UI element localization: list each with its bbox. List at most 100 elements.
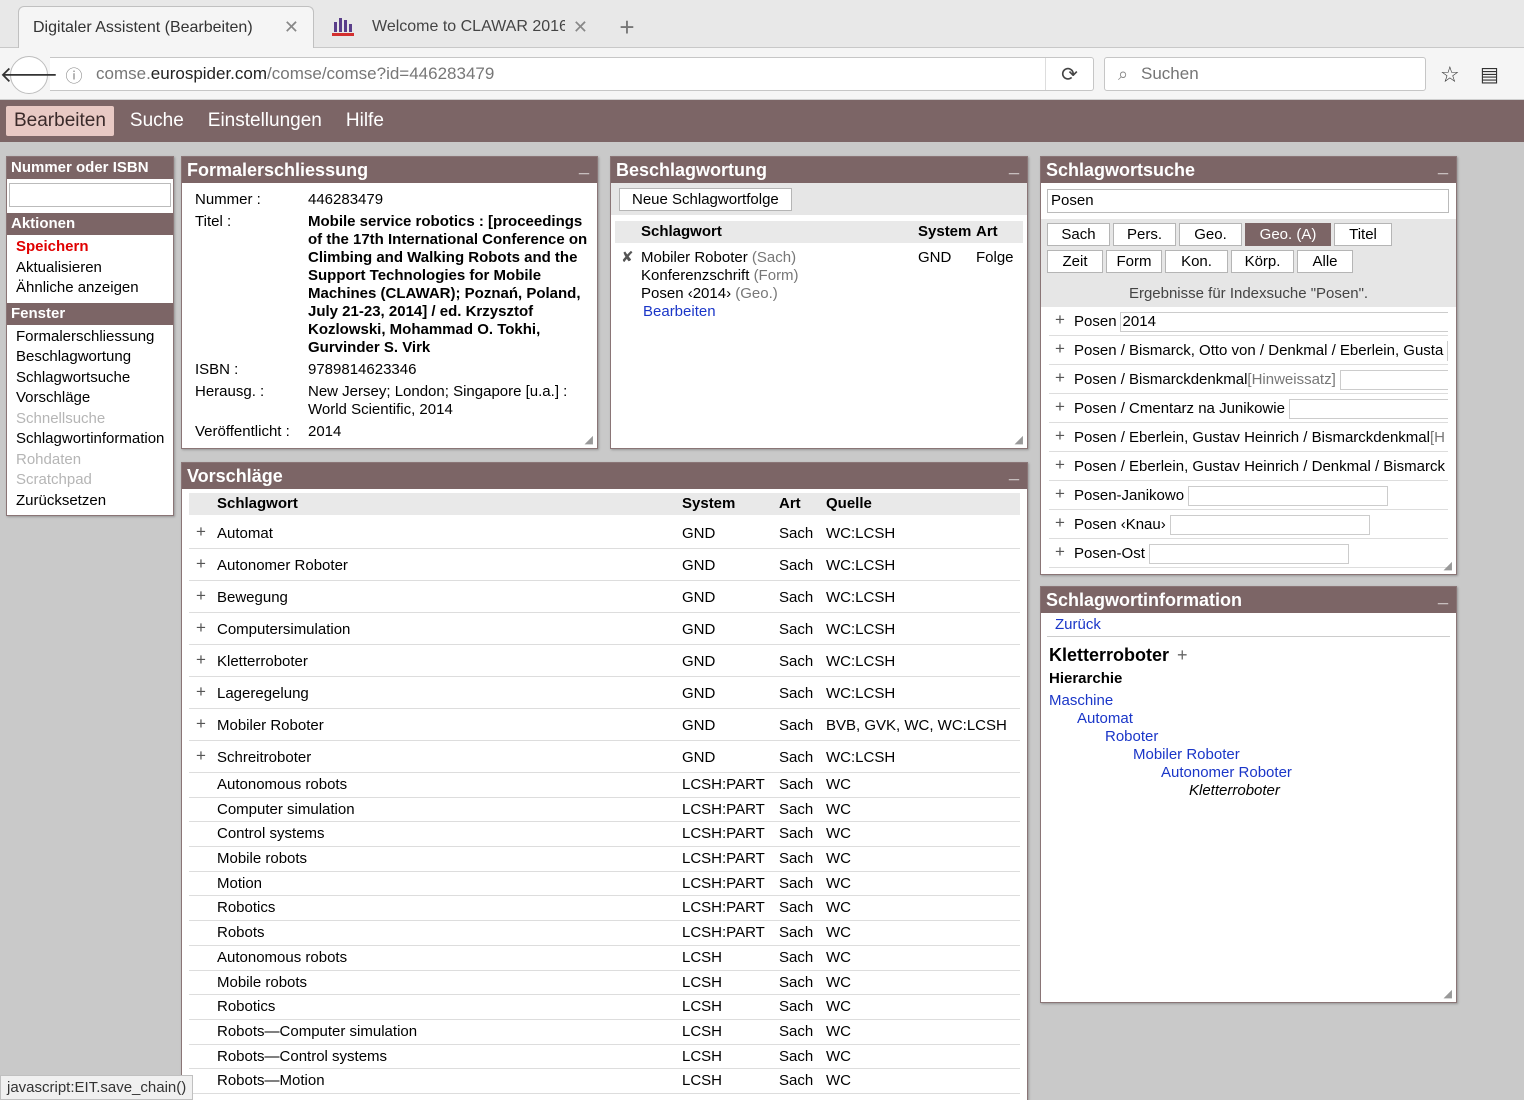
resize-grip-icon[interactable]: ◢ xyxy=(1444,987,1452,1000)
filter-button[interactable]: Geo. (A) xyxy=(1245,223,1331,246)
close-icon[interactable]: ✕ xyxy=(573,17,588,38)
plus-icon[interactable]: + xyxy=(1055,455,1065,475)
term-name[interactable]: Posen ‹2014› xyxy=(641,285,731,302)
suggestion-row[interactable]: Robotics LCSH Sach WC xyxy=(189,995,1020,1020)
suggestion-row[interactable]: Computer simulation LCSH:PART Sach WC xyxy=(189,798,1020,823)
result-box[interactable] xyxy=(1148,544,1349,564)
result-box[interactable] xyxy=(1169,515,1370,535)
minimize-icon[interactable]: _ xyxy=(579,157,589,179)
filter-button[interactable]: Geo. xyxy=(1179,223,1242,246)
url-bar[interactable]: ⓘ comse.eurospider.com/comse/comse?id=44… xyxy=(50,57,1094,91)
plus-icon[interactable]: + xyxy=(196,714,206,734)
plus-icon[interactable]: + xyxy=(1055,368,1065,388)
reading-list-icon[interactable]: ▤ xyxy=(1480,62,1499,87)
search-result-row[interactable]: + Posen 2014 xyxy=(1049,307,1448,336)
filter-button[interactable]: Sach xyxy=(1047,223,1110,246)
delete-icon[interactable]: ✘ xyxy=(621,249,634,267)
close-icon[interactable]: ✕ xyxy=(284,17,299,38)
window-item[interactable]: Formalerschliessung xyxy=(7,327,173,348)
suggestion-row[interactable]: Autonomous robots LCSH Sach WC xyxy=(189,946,1020,971)
term-name[interactable]: Konferenzschrift xyxy=(641,267,749,284)
tab-digitaler-assistent[interactable]: Digitaler Assistent (Bearbeiten) ✕ xyxy=(18,6,314,48)
window-item[interactable]: Schlagwortsuche xyxy=(7,368,173,389)
suggestion-row[interactable]: Mobile robots LCSH:PART Sach WC xyxy=(189,847,1020,872)
suggestion-row[interactable]: + Computersimulation GND Sach WC:LCSH xyxy=(189,613,1020,645)
suggestion-row[interactable]: + Autonomer Roboter GND Sach WC:LCSH xyxy=(189,549,1020,581)
resize-grip-icon[interactable]: ◢ xyxy=(1444,559,1452,572)
menu-suche[interactable]: Suche xyxy=(122,106,192,136)
action-speichern[interactable]: Speichern xyxy=(7,237,173,258)
minimize-icon[interactable]: _ xyxy=(1009,153,1019,179)
result-extra[interactable]: 2014 xyxy=(1119,312,1448,332)
plus-icon[interactable]: + xyxy=(1055,484,1065,504)
plus-icon[interactable]: + xyxy=(196,554,206,574)
tab-clawar[interactable]: Welcome to CLAWAR 2016 ✕ xyxy=(318,6,602,48)
minimize-icon[interactable]: _ xyxy=(1438,157,1448,179)
filter-button[interactable]: Körp. xyxy=(1231,250,1294,273)
menu-hilfe[interactable]: Hilfe xyxy=(338,106,392,136)
result-box[interactable] xyxy=(1188,486,1389,506)
search-result-row[interactable]: + Posen-Ost xyxy=(1049,539,1448,568)
filter-button[interactable]: Zeit xyxy=(1047,250,1103,273)
hierarchy-item[interactable]: Maschine xyxy=(1041,692,1456,710)
search-result-row[interactable]: + Posen-Janikowo xyxy=(1049,481,1448,510)
plus-icon[interactable]: + xyxy=(1177,645,1188,665)
filter-button[interactable]: Kon. xyxy=(1165,250,1228,273)
new-chain-button[interactable]: Neue Schlagwortfolge xyxy=(619,188,792,211)
suggestion-row[interactable]: + Kletterroboter GND Sach WC:LCSH xyxy=(189,645,1020,677)
search-result-row[interactable]: + Posen ‹Knau› xyxy=(1049,510,1448,539)
plus-icon[interactable]: + xyxy=(1055,310,1065,330)
hierarchy-item[interactable]: Autonomer Roboter xyxy=(1041,764,1456,782)
result-box[interactable] xyxy=(1339,370,1448,390)
suggestion-row[interactable]: Motion LCSH:PART Sach WC xyxy=(189,872,1020,897)
suggestion-row[interactable]: + Bewegung GND Sach WC:LCSH xyxy=(189,581,1020,613)
suggestion-row[interactable]: Control systems LCSH:PART Sach WC xyxy=(189,822,1020,848)
new-tab-plus-icon[interactable]: + xyxy=(612,12,642,43)
search-result-row[interactable]: + Posen / Bismarck, Otto von / Denkmal / … xyxy=(1049,336,1448,365)
plus-icon[interactable]: + xyxy=(1055,339,1065,359)
result-box[interactable] xyxy=(1447,341,1448,361)
suggestion-row[interactable]: Autonomous robots LCSH:PART Sach WC xyxy=(189,773,1020,798)
resize-grip-icon[interactable]: ◢ xyxy=(585,433,593,446)
filter-button[interactable]: Titel xyxy=(1334,223,1392,246)
plus-icon[interactable]: + xyxy=(1055,426,1065,446)
search-result-row[interactable]: + Posen / Eberlein, Gustav Heinrich / Bis… xyxy=(1049,423,1448,452)
suggestion-row[interactable]: Robots—Motion LCSH Sach WC xyxy=(189,1069,1020,1094)
suggestion-row[interactable]: Robotics LCSH:PART Sach WC xyxy=(189,896,1020,922)
suggestion-row[interactable]: + Automat GND Sach WC:LCSH xyxy=(189,517,1020,549)
bookmark-star-icon[interactable]: ☆ xyxy=(1440,62,1460,88)
term-name[interactable]: Mobiler Roboter xyxy=(641,249,748,266)
browser-search-bar[interactable]: ⌕ xyxy=(1104,57,1426,91)
plus-icon[interactable]: + xyxy=(196,586,206,606)
plus-icon[interactable]: + xyxy=(1055,542,1065,562)
suggestion-row[interactable]: + Lageregelung GND Sach WC:LCSH xyxy=(189,677,1020,709)
filter-button[interactable]: Alle xyxy=(1297,250,1353,273)
isbn-input[interactable] xyxy=(9,183,171,207)
info-icon[interactable]: ⓘ xyxy=(60,62,88,87)
search-result-row[interactable]: + Posen / Cmentarz na Junikowie xyxy=(1049,394,1448,423)
search-result-row[interactable]: + Posen / Eberlein, Gustav Heinrich / Den… xyxy=(1049,452,1448,481)
browser-search-input[interactable] xyxy=(1141,64,1425,84)
plus-icon[interactable]: + xyxy=(196,618,206,638)
minimize-icon[interactable]: _ xyxy=(1438,583,1448,609)
reload-icon[interactable]: ⟳ xyxy=(1045,58,1093,90)
plus-icon[interactable]: + xyxy=(196,522,206,542)
menu-bearbeiten[interactable]: Bearbeiten xyxy=(6,106,114,136)
window-item[interactable]: Vorschläge xyxy=(7,388,173,409)
plus-icon[interactable]: + xyxy=(196,650,206,670)
action-aehnliche-anzeigen[interactable]: Ähnliche anzeigen xyxy=(7,278,173,299)
plus-icon[interactable]: + xyxy=(196,682,206,702)
filter-button[interactable]: Pers. xyxy=(1113,223,1176,246)
suggestion-row[interactable]: Mobile robots LCSH Sach WC xyxy=(189,971,1020,996)
suggestion-row[interactable]: Robots LCSH:PART Sach WC xyxy=(189,921,1020,946)
plus-icon[interactable]: + xyxy=(196,746,206,766)
suggestion-row[interactable]: Robots—Computer simulation LCSH Sach WC xyxy=(189,1020,1020,1045)
filter-button[interactable]: Form xyxy=(1106,250,1162,273)
suggestion-row[interactable]: + Mobiler Roboter GND Sach BVB, GVK, WC, WC:… xyxy=(189,709,1020,741)
window-item[interactable]: Schlagwortinformation xyxy=(7,429,173,450)
keyword-search-input[interactable]: Posen xyxy=(1047,189,1449,213)
window-item[interactable]: Zurücksetzen xyxy=(7,491,173,512)
result-box[interactable] xyxy=(1288,399,1448,419)
menu-einstellungen[interactable]: Einstellungen xyxy=(200,106,330,136)
search-result-row[interactable]: + Posen / Bismarckdenkmal[Hinweissatz] xyxy=(1049,365,1448,394)
